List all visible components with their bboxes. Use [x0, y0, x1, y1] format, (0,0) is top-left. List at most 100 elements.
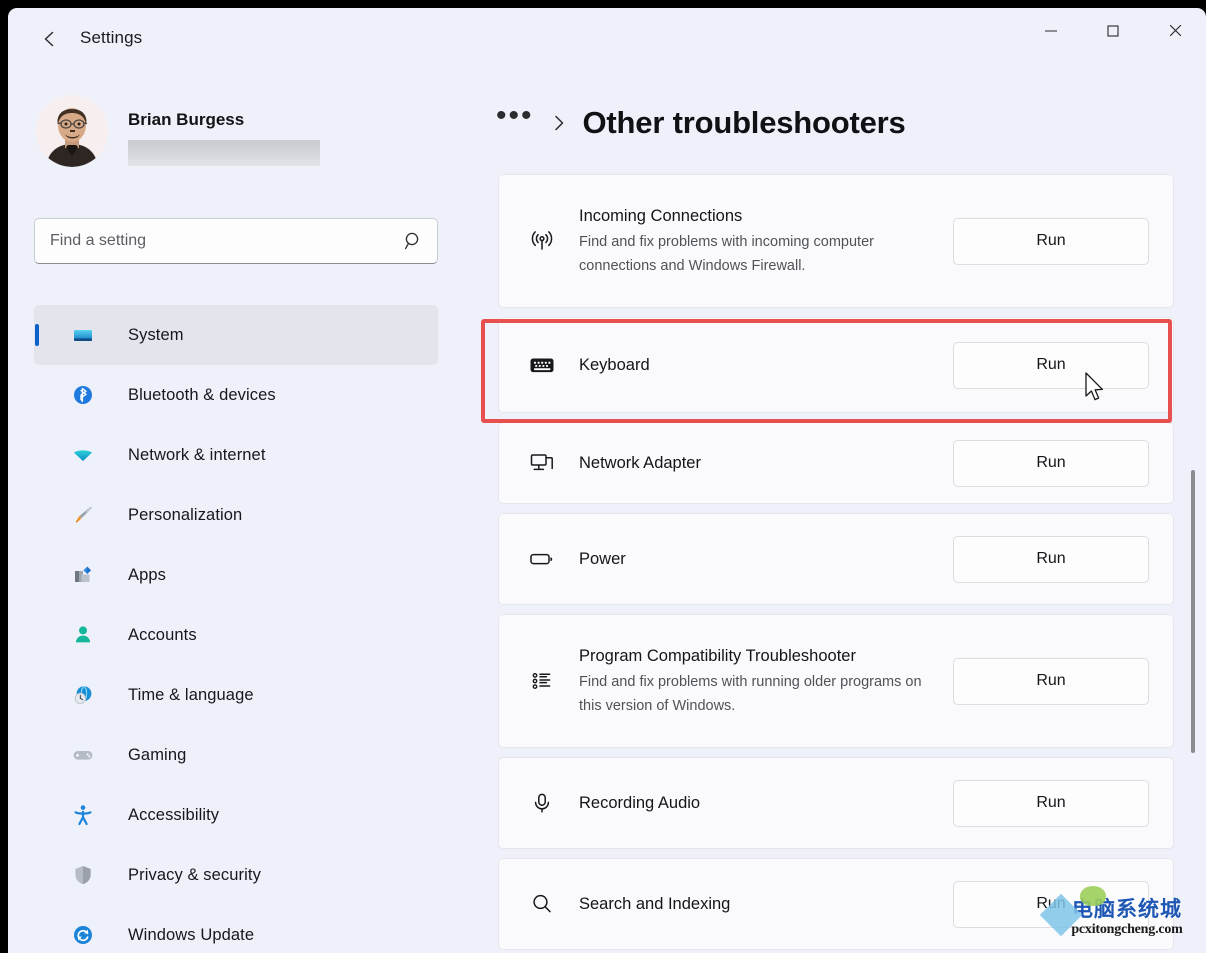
avatar — [36, 95, 108, 167]
monitor-icon — [70, 322, 96, 348]
accessibility-icon — [70, 802, 96, 828]
sidebar-label: Windows Update — [128, 925, 255, 944]
gamepad-icon — [70, 742, 96, 768]
minimize-icon — [1043, 23, 1059, 39]
sidebar-label: Bluetooth & devices — [128, 385, 276, 404]
sidebar-label: Time & language — [128, 685, 254, 704]
troubleshooter-row-incoming-connections[interactable]: Incoming Connections Find and fix proble… — [498, 174, 1174, 308]
sidebar-label: System — [128, 325, 184, 344]
search-indexing-icon — [519, 889, 565, 919]
list-icon — [519, 666, 565, 696]
sidebar: Brian Burgess Find a setting System Blue… — [8, 70, 468, 953]
close-button[interactable] — [1144, 8, 1206, 53]
microphone-icon — [519, 788, 565, 818]
refresh-icon — [70, 922, 96, 948]
troubleshooter-title: Power — [579, 549, 626, 568]
sidebar-item-accessibility[interactable]: Accessibility — [34, 785, 438, 845]
broadcast-icon — [519, 226, 565, 256]
keyboard-icon — [519, 350, 565, 380]
sidebar-item-accounts[interactable]: Accounts — [34, 605, 438, 665]
sidebar-nav: System Bluetooth & devices Network & int… — [34, 305, 438, 953]
run-button[interactable]: Run — [953, 341, 1149, 389]
troubleshooter-row-keyboard[interactable]: Keyboard Run — [498, 317, 1174, 413]
close-icon — [1167, 22, 1184, 39]
troubleshooter-list: Incoming Connections Find and fix proble… — [498, 174, 1178, 953]
troubleshooter-row-network-adapter[interactable]: Network Adapter Run — [498, 422, 1174, 504]
search-box[interactable] — [34, 218, 438, 264]
troubleshooter-text: Program Compatibility Troubleshooter Fin… — [565, 630, 953, 732]
troubleshooter-text: Network Adapter — [565, 437, 953, 490]
troubleshooter-title: Incoming Connections — [579, 207, 743, 225]
troubleshooter-text: Power — [565, 533, 953, 586]
sidebar-label: Gaming — [128, 745, 187, 764]
troubleshooter-text: Incoming Connections Find and fix proble… — [565, 190, 953, 292]
sidebar-item-privacy-security[interactable]: Privacy & security — [34, 845, 438, 905]
window-controls — [1020, 8, 1206, 53]
scrollbar[interactable] — [1186, 70, 1200, 953]
troubleshooter-text: Search and Indexing — [565, 878, 953, 931]
sidebar-label: Accessibility — [128, 805, 220, 824]
sidebar-label: Apps — [128, 565, 167, 584]
troubleshooter-title: Program Compatibility Troubleshooter — [579, 647, 856, 665]
search-input[interactable] — [50, 219, 380, 263]
troubleshooter-row-program-compatibility[interactable]: Program Compatibility Troubleshooter Fin… — [498, 614, 1174, 748]
account-name: Brian Burgess — [128, 110, 245, 129]
sidebar-label: Network & internet — [128, 445, 266, 464]
sidebar-item-network-internet[interactable]: Network & internet — [34, 425, 438, 485]
sidebar-label: Personalization — [128, 505, 243, 524]
network-adapter-icon — [519, 448, 565, 478]
run-button[interactable]: Run — [953, 217, 1149, 265]
troubleshooter-title: Keyboard — [579, 355, 650, 374]
sidebar-item-apps[interactable]: Apps — [34, 545, 438, 605]
sidebar-item-bluetooth-devices[interactable]: Bluetooth & devices — [34, 365, 438, 425]
settings-window: Settings Brian Burgess Find a setting Sy… — [8, 8, 1206, 953]
sidebar-label: Accounts — [128, 625, 197, 644]
minimize-button[interactable] — [1020, 8, 1082, 53]
sidebar-item-system[interactable]: System — [34, 305, 438, 365]
breadcrumb-overflow-button[interactable]: ••• — [496, 101, 534, 140]
troubleshooter-title: Network Adapter — [579, 453, 701, 472]
account-block[interactable]: Brian Burgess — [36, 95, 436, 187]
sidebar-item-personalization[interactable]: Personalization — [34, 485, 438, 545]
troubleshooter-description: Find and fix problems with running older… — [579, 674, 922, 714]
run-button[interactable]: Run — [953, 439, 1149, 487]
troubleshooter-row-recording-audio[interactable]: Recording Audio Run — [498, 757, 1174, 849]
sidebar-label: Privacy & security — [128, 865, 261, 884]
page-title: Other troubleshooters — [582, 105, 906, 140]
battery-icon — [519, 544, 565, 574]
run-button[interactable]: Run — [953, 880, 1149, 928]
sidebar-item-gaming[interactable]: Gaming — [34, 725, 438, 785]
bluetooth-icon — [70, 382, 96, 408]
sidebar-item-windows-update[interactable]: Windows Update — [34, 905, 438, 953]
app-title: Settings — [80, 28, 143, 47]
apps-icon — [70, 562, 96, 588]
run-button[interactable]: Run — [953, 779, 1149, 827]
chevron-right-icon — [552, 112, 567, 134]
troubleshooter-row-power[interactable]: Power Run — [498, 513, 1174, 605]
maximize-button[interactable] — [1082, 8, 1144, 53]
troubleshooter-description: Find and fix problems with incoming comp… — [579, 234, 874, 274]
person-icon — [70, 622, 96, 648]
wifi-icon — [70, 442, 96, 468]
account-email-redacted — [128, 140, 320, 166]
troubleshooter-title: Search and Indexing — [579, 894, 731, 913]
shield-icon — [70, 862, 96, 888]
run-button[interactable]: Run — [953, 657, 1149, 705]
run-button[interactable]: Run — [953, 535, 1149, 583]
paintbrush-icon — [70, 502, 96, 528]
main-pane: ••• Other troubleshooters Incoming Conne… — [468, 70, 1206, 953]
troubleshooter-text: Recording Audio — [565, 777, 953, 830]
clock-globe-icon — [70, 682, 96, 708]
scrollbar-thumb[interactable] — [1191, 470, 1195, 753]
troubleshooter-text: Keyboard — [565, 339, 953, 392]
breadcrumb: ••• Other troubleshooters — [496, 96, 906, 150]
sidebar-item-time-language[interactable]: Time & language — [34, 665, 438, 725]
search-icon[interactable] — [402, 230, 424, 252]
screenshot-root: Settings Brian Burgess Find a setting Sy… — [0, 0, 1206, 953]
back-arrow-icon — [39, 28, 61, 50]
title-bar: Settings — [8, 8, 1206, 70]
back-button[interactable] — [30, 22, 70, 56]
troubleshooter-title: Recording Audio — [579, 793, 701, 812]
maximize-icon — [1105, 23, 1121, 39]
troubleshooter-row-search-and-indexing[interactable]: Search and Indexing Run — [498, 858, 1174, 950]
